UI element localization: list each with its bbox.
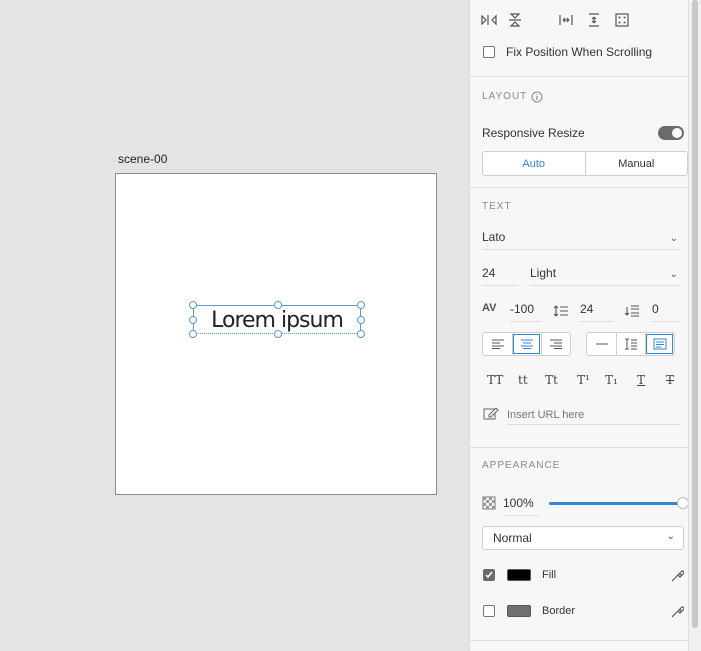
fill-color-swatch[interactable] — [507, 569, 531, 581]
paragraph-spacing-input[interactable]: 0 — [652, 302, 680, 322]
distribute-spacing-icon[interactable] — [613, 11, 631, 29]
character-spacing-icon: AV — [482, 302, 497, 314]
artboard[interactable]: Lorem ipsum — [115, 173, 437, 495]
superscript-button[interactable]: T¹ — [577, 373, 590, 387]
align-left-button[interactable] — [483, 333, 512, 355]
underline-button[interactable]: T — [637, 373, 645, 387]
resize-mode-toggle[interactable]: Auto Manual — [482, 151, 688, 176]
resize-handle-top-left[interactable] — [189, 301, 197, 309]
eyedropper-icon[interactable] — [668, 603, 686, 621]
line-spacing-icon — [552, 302, 570, 320]
text-section-title: TEXT — [482, 201, 512, 212]
appearance-section-title: APPEARANCE — [482, 460, 561, 471]
section-divider — [470, 76, 689, 77]
responsive-resize-toggle[interactable] — [658, 126, 684, 140]
section-divider — [470, 640, 689, 641]
fill-checkbox[interactable] — [483, 569, 495, 581]
resize-handle-right[interactable] — [357, 316, 365, 324]
font-weight-value: Light — [530, 266, 557, 280]
chevron-down-icon: ⌄ — [669, 269, 678, 280]
responsive-resize-label: Responsive Resize — [482, 126, 585, 140]
section-divider — [470, 187, 689, 188]
flip-vertical-icon[interactable] — [506, 11, 524, 29]
fixed-size-button[interactable] — [645, 333, 674, 355]
distribute-vertical-icon[interactable] — [585, 11, 603, 29]
link-edit-icon — [482, 404, 500, 422]
property-inspector: Fix Position When Scrolling LAYOUT Respo… — [469, 0, 689, 651]
chevron-down-icon: ⌄ — [666, 531, 675, 542]
selected-text-layer[interactable]: Lorem ipsum — [189, 301, 365, 338]
text-area-type-group — [586, 332, 675, 356]
border-checkbox[interactable] — [483, 605, 495, 617]
font-size-input[interactable]: 24 — [482, 266, 518, 286]
align-center-button[interactable] — [512, 333, 541, 355]
resize-handle-bottom-left[interactable] — [189, 330, 197, 338]
resize-handle-left[interactable] — [189, 316, 197, 324]
auto-height-icon — [625, 338, 637, 350]
border-label: Border — [542, 605, 576, 617]
artboard-name[interactable]: scene-00 — [118, 152, 167, 166]
font-weight-dropdown[interactable]: Light ⌄ — [530, 266, 680, 286]
url-input[interactable] — [507, 405, 679, 425]
resize-handle-top[interactable] — [274, 301, 282, 309]
opacity-input[interactable]: 100% — [503, 496, 539, 516]
line-spacing-input[interactable]: 24 — [580, 302, 614, 322]
paragraph-spacing-icon — [623, 302, 641, 320]
align-right-icon — [550, 339, 562, 349]
font-family-dropdown[interactable]: Lato ⌄ — [482, 230, 680, 250]
font-family-value: Lato — [482, 230, 506, 244]
info-icon[interactable] — [528, 88, 546, 106]
subscript-button[interactable]: T₁ — [605, 373, 618, 387]
panel-scrollbar[interactable] — [688, 0, 701, 651]
border-color-swatch[interactable] — [507, 605, 531, 617]
lowercase-button[interactable]: tt — [518, 373, 528, 387]
character-spacing-input[interactable]: -100 — [510, 302, 542, 322]
align-center-icon — [521, 339, 533, 349]
flip-horizontal-icon[interactable] — [480, 11, 498, 29]
resize-mode-auto[interactable]: Auto — [483, 152, 585, 175]
blend-mode-dropdown[interactable]: Normal ⌄ — [482, 526, 684, 550]
opacity-slider-track[interactable] — [549, 502, 683, 505]
fill-label: Fill — [542, 569, 557, 581]
align-right-button[interactable] — [541, 333, 570, 355]
chevron-down-icon: ⌄ — [669, 233, 678, 244]
auto-width-icon — [595, 343, 608, 345]
fix-position-checkbox[interactable] — [483, 46, 495, 58]
resize-handle-bottom-right[interactable] — [357, 330, 365, 338]
resize-handle-bottom[interactable] — [274, 330, 282, 338]
auto-height-button[interactable] — [616, 333, 645, 355]
align-left-icon — [491, 339, 504, 349]
auto-width-button[interactable] — [587, 333, 616, 355]
scrollbar-thumb[interactable] — [692, 0, 698, 628]
fixed-size-icon — [653, 338, 667, 350]
title-case-button[interactable]: Tt — [545, 373, 558, 387]
section-divider — [470, 447, 689, 448]
layout-section-title: LAYOUT — [482, 91, 528, 102]
fix-position-label: Fix Position When Scrolling — [506, 45, 653, 59]
distribute-horizontal-icon[interactable] — [557, 11, 575, 29]
all-caps-button[interactable]: TT — [487, 373, 503, 387]
blend-mode-value: Normal — [493, 531, 532, 545]
text-align-group — [482, 332, 571, 356]
opacity-icon — [480, 494, 498, 512]
eyedropper-icon[interactable] — [668, 567, 686, 585]
strikethrough-button[interactable]: T — [666, 373, 674, 387]
resize-mode-manual[interactable]: Manual — [584, 152, 688, 175]
resize-handle-top-right[interactable] — [357, 301, 365, 309]
